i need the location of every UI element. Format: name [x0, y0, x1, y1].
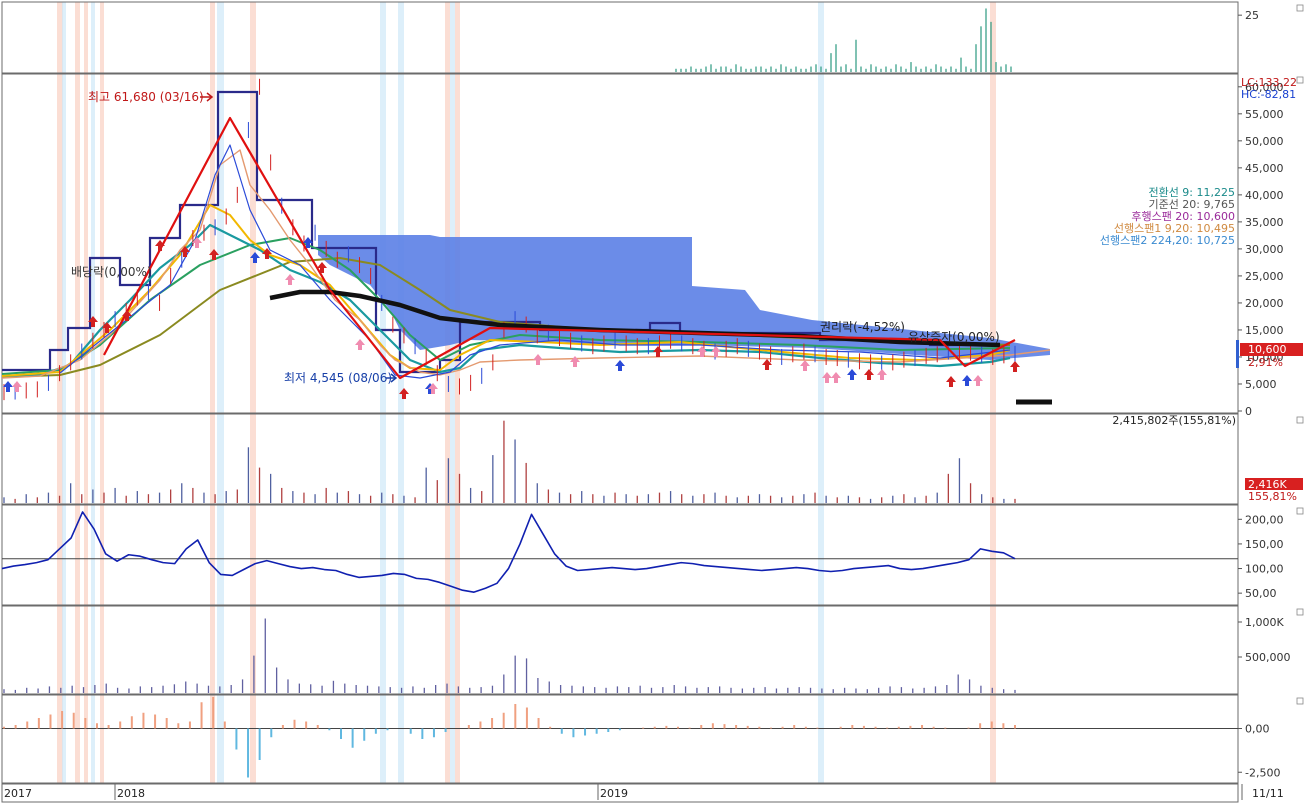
- event-band-red: [990, 2, 996, 783]
- panel-close-icon: [1296, 4, 1304, 12]
- event-band-blue: [380, 2, 386, 783]
- event-band-red: [100, 2, 104, 783]
- y-tick-label: 0,00: [1245, 723, 1270, 736]
- volume-header: 2,415,802주(155,81%): [1112, 414, 1236, 427]
- price-marker: [1236, 340, 1239, 368]
- panel-close-icon: [1296, 416, 1304, 424]
- legend-entry: 선행스팬2 224,20: 10,725: [1100, 234, 1235, 247]
- y-tick-label: 500,000: [1245, 651, 1291, 664]
- event-band-blue: [91, 2, 95, 783]
- chart-background: [0, 0, 1305, 803]
- event-band-red: [250, 2, 256, 783]
- x-tick-label: 2017: [4, 787, 32, 800]
- y-tick-label: 150,00: [1245, 538, 1284, 551]
- event-band-red: [75, 2, 80, 783]
- y-tick-label: 55,000: [1245, 108, 1284, 121]
- y-tick-label: 50,00: [1245, 587, 1277, 600]
- y-tick-label: -2,500: [1245, 766, 1280, 779]
- stock-chart: 25 60,000 55,000 50,000 45,000 40,000 35,000 30…: [0, 0, 1305, 803]
- y-tick-label: 50,000: [1245, 135, 1284, 148]
- y-tick-label: 5,000: [1245, 378, 1277, 391]
- high-annotation: 최고 61,680 (03/16): [88, 90, 204, 104]
- event-band-red: [210, 2, 215, 783]
- event-band-blue: [450, 2, 455, 783]
- event-band-blue: [62, 2, 66, 783]
- y-tick-label: 200,00: [1245, 513, 1284, 526]
- y-tick-label: 40,000: [1245, 189, 1284, 202]
- panel-close-icon: [1296, 608, 1304, 616]
- capital-annotation: 유상증자(0,00%): [908, 330, 1000, 344]
- event-band-blue: [818, 2, 824, 783]
- x-tick-label: 2018: [117, 787, 145, 800]
- price-tag-value: 10,600: [1248, 343, 1287, 356]
- chart-canvas[interactable]: 2560,00055,00050,00045,00040,00035,00030…: [0, 0, 1305, 803]
- y-tick-label: 20,000: [1245, 297, 1284, 310]
- event-band-red: [445, 2, 450, 783]
- event-band-red: [84, 2, 88, 783]
- y-tick-label: 100,00: [1245, 563, 1284, 576]
- panel-close-icon: [1296, 697, 1304, 705]
- dividend-annotation: 배당락(0,00%): [71, 265, 152, 279]
- y-tick-label: 45,000: [1245, 162, 1284, 175]
- y-tick-label: 15,000: [1245, 324, 1284, 337]
- y-tick-label: 25: [1245, 9, 1259, 22]
- hc-label: HC:-82,81: [1241, 88, 1296, 101]
- x-tick-label: 11/11: [1252, 787, 1284, 800]
- y-tick-label: 35,000: [1245, 216, 1284, 229]
- panel-close-icon: [1296, 76, 1304, 84]
- y-tick-label: 30,000: [1245, 243, 1284, 256]
- y-tick-label: 0: [1245, 405, 1252, 418]
- rights-annotation: 권리락(-4,52%): [820, 320, 905, 334]
- y-tick-label: 25,000: [1245, 270, 1284, 283]
- volume-tag-pct: 155,81%: [1248, 490, 1297, 503]
- panel-close-icon: [1296, 507, 1304, 515]
- price-tag-pct: 2,91%: [1248, 356, 1283, 369]
- y-tick-label: 1,000K: [1245, 616, 1284, 629]
- x-tick-label: 2019: [600, 787, 628, 800]
- low-annotation: 최저 4,545 (08/06): [284, 371, 392, 385]
